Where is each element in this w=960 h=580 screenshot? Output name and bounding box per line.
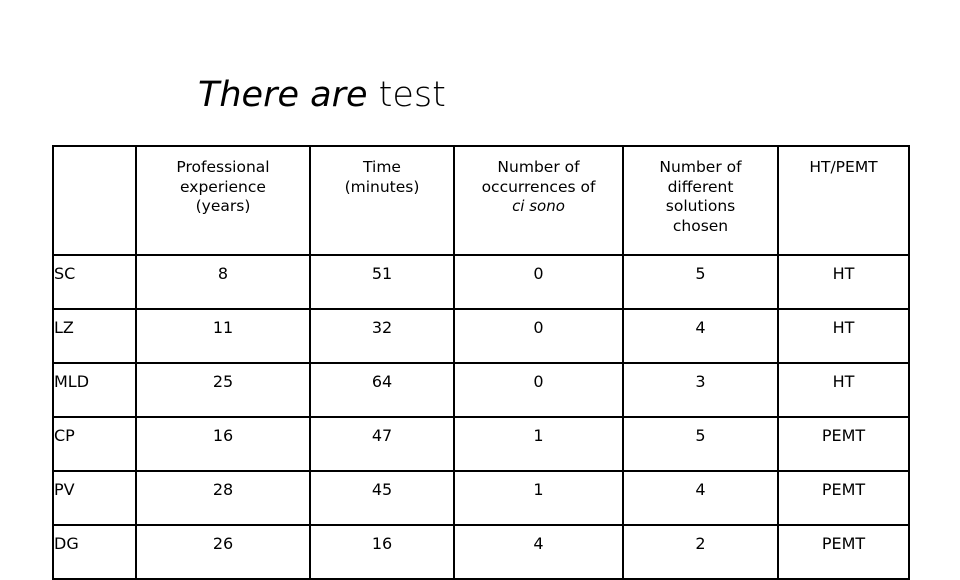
cell-participant-name: LZ	[52, 308, 137, 364]
header-line-4: chosen	[672, 216, 729, 235]
table-row: LZ 11 32 0 4 HT	[52, 308, 910, 364]
table-row: MLD 25 64 0 3 HT	[52, 362, 910, 418]
cell-occurrences: 4	[453, 524, 624, 580]
header-line-2: experience	[180, 177, 266, 196]
table-row: CP 16 47 1 5 PEMT	[52, 416, 910, 472]
slide-canvas: There are test Professional experience (…	[0, 0, 960, 580]
cell-time: 51	[309, 254, 455, 310]
table-row: PV 28 45 1 4 PEMT	[52, 470, 910, 526]
page-title: There are test	[198, 74, 798, 118]
cell-experience: 28	[135, 470, 311, 526]
header-line-3: (years)	[195, 197, 251, 215]
cell-type: PEMT	[777, 470, 910, 526]
header-line-1: Professional	[176, 158, 270, 176]
cell-participant-name: DG	[52, 524, 137, 580]
header-line-2: (minutes)	[344, 177, 420, 196]
page-title-regular: test	[367, 75, 446, 115]
cell-participant-name: CP	[52, 416, 137, 472]
cell-solutions: 5	[622, 254, 779, 310]
table-header-ht-pemt: HT/PEMT	[777, 145, 910, 256]
cell-solutions: 5	[622, 416, 779, 472]
cell-occurrences: 0	[453, 362, 624, 418]
cell-time: 64	[309, 362, 455, 418]
table-row: DG 26 16 4 2 PEMT	[52, 524, 910, 580]
cell-occurrences: 0	[453, 254, 624, 310]
cell-participant-name: PV	[52, 470, 137, 526]
cell-type: HT	[777, 254, 910, 310]
cell-solutions: 3	[622, 362, 779, 418]
cell-occurrences: 0	[453, 308, 624, 364]
cell-type: PEMT	[777, 416, 910, 472]
header-line-2: different	[667, 177, 734, 196]
table-row: SC 8 51 0 5 HT	[52, 254, 910, 310]
table-header-corner	[52, 145, 137, 256]
cell-time: 16	[309, 524, 455, 580]
results-table: Professional experience (years) Time (mi…	[52, 145, 910, 580]
cell-solutions: 2	[622, 524, 779, 580]
header-line-1: Number of	[659, 158, 742, 176]
cell-time: 45	[309, 470, 455, 526]
cell-solutions: 4	[622, 308, 779, 364]
cell-type: HT	[777, 308, 910, 364]
header-line-3-italic: ci sono	[512, 197, 565, 215]
cell-time: 47	[309, 416, 455, 472]
cell-time: 32	[309, 308, 455, 364]
header-line-1: Time	[363, 158, 401, 176]
cell-experience: 11	[135, 308, 311, 364]
header-line-3: solutions	[665, 197, 736, 215]
table-header-solutions: Number of different solutions chosen	[622, 145, 779, 256]
table-header-time: Time (minutes)	[309, 145, 455, 256]
cell-occurrences: 1	[453, 470, 624, 526]
header-line-1: Number of	[497, 158, 580, 176]
cell-type: PEMT	[777, 524, 910, 580]
cell-solutions: 4	[622, 470, 779, 526]
cell-experience: 26	[135, 524, 311, 580]
cell-type: HT	[777, 362, 910, 418]
cell-experience: 16	[135, 416, 311, 472]
cell-participant-name: MLD	[52, 362, 137, 418]
cell-occurrences: 1	[453, 416, 624, 472]
cell-experience: 8	[135, 254, 311, 310]
header-line-1: HT/PEMT	[809, 158, 878, 176]
table-header-professional-experience: Professional experience (years)	[135, 145, 311, 256]
page-title-italic: There are	[198, 75, 368, 115]
table-header-occurrences: Number of occurrences of ci sono	[453, 145, 624, 256]
cell-experience: 25	[135, 362, 311, 418]
table-header-row: Professional experience (years) Time (mi…	[52, 145, 910, 256]
header-line-2: occurrences of	[481, 177, 596, 196]
cell-participant-name: SC	[52, 254, 137, 310]
